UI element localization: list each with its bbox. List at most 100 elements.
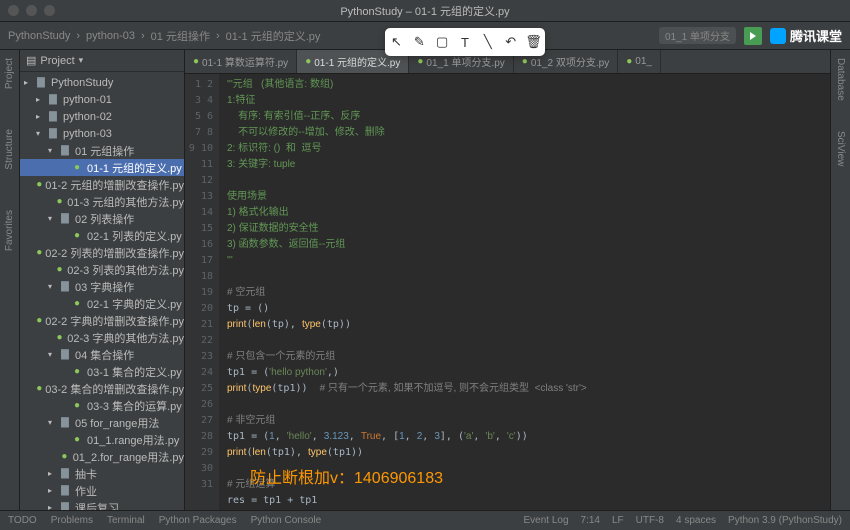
undo-icon[interactable]: ↶ — [503, 34, 519, 50]
cursor-icon[interactable]: ↖ — [388, 34, 404, 50]
run-config[interactable]: 01_1 单项分支 — [659, 27, 736, 44]
py-icon: ● — [36, 383, 42, 394]
py-icon: ● — [70, 298, 84, 309]
py-icon: ● — [36, 315, 42, 326]
folder-icon: ▇ — [58, 145, 72, 156]
py-icon: ● — [59, 451, 70, 462]
tree-item[interactable]: ▸▇课后复习 — [20, 499, 184, 510]
tree-item[interactable]: ●03-2 集合的增删改查操作.py — [20, 380, 184, 397]
folder-icon: ▇ — [58, 281, 72, 292]
encoding[interactable]: UTF-8 — [636, 515, 664, 526]
py-icon: ● — [70, 162, 84, 173]
status-pyconsole[interactable]: Python Console — [251, 515, 322, 526]
tree-item[interactable]: ▸▇python-01 — [20, 91, 184, 108]
line-gutter: 1 2 3 4 5 6 7 8 9 10 11 12 13 14 15 16 1… — [185, 74, 219, 510]
tree-item[interactable]: ●01-3 元组的其他方法.py — [20, 193, 184, 210]
tree-item[interactable]: ●01-2 元组的增删改查操作.py — [20, 176, 184, 193]
py-icon: ● — [70, 230, 84, 241]
run-button[interactable] — [744, 27, 762, 45]
editor-tab[interactable]: ●01-1 算数运算符.py — [185, 50, 297, 73]
py-icon: ● — [55, 264, 64, 275]
breadcrumb-c[interactable]: 01 元组操作 — [151, 28, 210, 44]
folder-icon: ▇ — [46, 128, 60, 139]
folder-icon: ▇ — [34, 77, 48, 88]
tree-item[interactable]: ●01_1.range用法.py — [20, 431, 184, 448]
titlebar: PythonStudy – 01-1 元组的定义.py — [0, 0, 850, 22]
project-icon: ▤ — [26, 54, 36, 67]
caret-pos: 7:14 — [581, 515, 600, 526]
folder-icon: ▇ — [58, 213, 72, 224]
tree-item[interactable]: ▾▇python-03 — [20, 125, 184, 142]
line-sep[interactable]: LF — [612, 515, 624, 526]
folder-icon: ▇ — [58, 349, 72, 360]
breadcrumb-b[interactable]: python-03 — [86, 30, 135, 42]
rect-icon[interactable]: ▢ — [434, 34, 450, 50]
tree-item[interactable]: ▾▇05 for_range用法 — [20, 414, 184, 431]
tree-item[interactable]: ●01_2.for_range用法.py — [20, 448, 184, 465]
tool-structure[interactable]: Structure — [4, 129, 15, 170]
left-tool-strip: Project Structure Favorites — [0, 50, 20, 510]
folder-icon: ▇ — [58, 502, 72, 510]
tool-sciview[interactable]: SciView — [835, 131, 846, 166]
tree-item[interactable]: ●02-1 字典的定义.py — [20, 295, 184, 312]
tool-database[interactable]: Database — [835, 58, 846, 101]
tree-item[interactable]: ▾▇02 列表操作 — [20, 210, 184, 227]
text-icon[interactable]: T — [457, 34, 473, 50]
status-todo[interactable]: TODO — [8, 515, 37, 526]
py-icon: ● — [70, 434, 84, 445]
brand: 腾讯课堂 — [770, 26, 842, 45]
project-sidebar: ▤ Project ▾ ▸▇PythonStudy▸▇python-01▸▇py… — [20, 50, 185, 510]
status-pypkg[interactable]: Python Packages — [159, 515, 237, 526]
folder-icon: ▇ — [58, 417, 72, 428]
status-problems[interactable]: Problems — [51, 515, 93, 526]
tree-item[interactable]: ●01-1 元组的定义.py — [20, 159, 184, 176]
breadcrumb-d[interactable]: 01-1 元组的定义.py — [226, 28, 321, 44]
code-editor[interactable]: 1 2 3 4 5 6 7 8 9 10 11 12 13 14 15 16 1… — [185, 74, 830, 510]
window-controls[interactable] — [8, 5, 55, 16]
project-tree[interactable]: ▸▇PythonStudy▸▇python-01▸▇python-02▾▇pyt… — [20, 72, 184, 510]
tree-item[interactable]: ▾▇03 字典操作 — [20, 278, 184, 295]
pencil-icon[interactable]: ✎ — [411, 34, 427, 50]
tree-item[interactable]: ▸▇作业 — [20, 482, 184, 499]
editor-tab[interactable]: ●01_ — [618, 50, 661, 73]
tree-item[interactable]: ●03-1 集合的定义.py — [20, 363, 184, 380]
py-icon: ● — [55, 196, 64, 207]
tool-project[interactable]: Project — [4, 58, 15, 89]
line-icon[interactable]: ╲ — [480, 34, 496, 50]
tree-item[interactable]: ●02-3 字典的其他方法.py — [20, 329, 184, 346]
brand-icon — [770, 28, 786, 44]
interpreter[interactable]: Python 3.9 (PythonStudy) — [728, 515, 842, 526]
tree-item[interactable]: ●02-1 列表的定义.py — [20, 227, 184, 244]
py-icon: ● — [55, 332, 64, 343]
tree-item[interactable]: ●02-3 列表的其他方法.py — [20, 261, 184, 278]
breadcrumb-a[interactable]: PythonStudy — [8, 30, 70, 42]
tree-item[interactable]: ▾▇01 元组操作 — [20, 142, 184, 159]
indent[interactable]: 4 spaces — [676, 515, 716, 526]
tool-favorites[interactable]: Favorites — [4, 210, 15, 251]
tree-item[interactable]: ▸▇抽卡 — [20, 465, 184, 482]
py-icon: ● — [36, 247, 42, 258]
folder-icon: ▇ — [46, 111, 60, 122]
tree-item[interactable]: ●02-2 列表的增删改查操作.py — [20, 244, 184, 261]
code-area[interactable]: '''元组 (其他语言: 数组) 1:特征 有序: 有索引值--正序、反序 不可… — [219, 74, 830, 510]
tree-item[interactable]: ▸▇python-02 — [20, 108, 184, 125]
sidebar-header[interactable]: ▤ Project ▾ — [20, 50, 184, 72]
folder-icon: ▇ — [58, 485, 72, 496]
py-icon: ● — [70, 400, 84, 411]
watermark-text: 防止断根加v：1406906183 — [250, 464, 443, 488]
tree-item[interactable]: ●03-3 集合的运算.py — [20, 397, 184, 414]
annotation-toolbar[interactable]: ↖ ✎ ▢ T ╲ ↶ 🗑 — [385, 28, 545, 56]
tree-item[interactable]: ▾▇04 集合操作 — [20, 346, 184, 363]
status-eventlog[interactable]: Event Log — [523, 515, 568, 526]
status-terminal[interactable]: Terminal — [107, 515, 145, 526]
status-bar: TODO Problems Terminal Python Packages P… — [0, 510, 850, 530]
folder-icon: ▇ — [58, 468, 72, 479]
right-tool-strip: Database SciView — [830, 50, 850, 510]
folder-icon: ▇ — [46, 94, 60, 105]
py-icon: ● — [70, 366, 84, 377]
tree-item[interactable]: ▸▇PythonStudy — [20, 74, 184, 91]
window-title: PythonStudy – 01-1 元组的定义.py — [340, 3, 509, 19]
tree-item[interactable]: ●02-2 字典的增删改查操作.py — [20, 312, 184, 329]
trash-icon[interactable]: 🗑 — [525, 34, 541, 50]
py-icon: ● — [36, 179, 42, 190]
